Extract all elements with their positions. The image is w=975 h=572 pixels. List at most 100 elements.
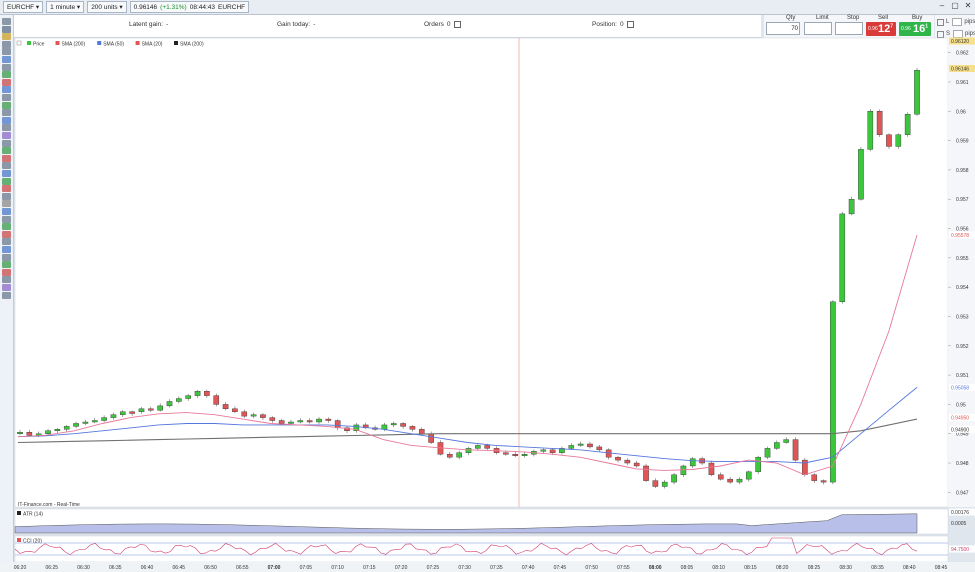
candle: [250, 414, 257, 417]
candle: [587, 443, 593, 448]
candle: [213, 395, 220, 405]
x-tick-label: 07:05: [300, 565, 313, 571]
candle: [82, 421, 89, 424]
price-chart[interactable]: Price SMA (200) SMA (50) SMA (20) SMA (200) 0…: [0, 0, 975, 572]
candle: [325, 418, 332, 421]
candle: [297, 420, 304, 423]
atr-legend-swatch: [17, 511, 21, 515]
candle: [269, 417, 276, 421]
y-tick-label: 0.953: [956, 314, 969, 320]
candle: [615, 456, 621, 461]
y-tick-label: 0.957: [956, 197, 969, 203]
x-tick-label: 06:45: [173, 565, 186, 571]
legend-swatch: [55, 41, 60, 45]
x-tick-label: 06:40: [141, 565, 154, 571]
candle: [334, 420, 341, 429]
legend-sma20: SMA (20): [142, 42, 163, 48]
candle: [652, 480, 659, 487]
candle: [577, 443, 584, 446]
candle: [568, 445, 575, 449]
candle: [185, 395, 191, 399]
candle: [643, 465, 649, 481]
candle: [157, 405, 163, 411]
x-tick-label: 08:35: [871, 565, 884, 571]
candle: [148, 408, 154, 411]
candle: [764, 448, 771, 458]
cci-legend-label: CCI (20): [23, 539, 42, 545]
x-tick-label: 08:40: [903, 565, 916, 571]
legend-sma50: SMA (50): [103, 42, 124, 48]
candle: [101, 417, 107, 421]
candle: [241, 411, 248, 417]
candle: [914, 70, 920, 115]
candle: [306, 420, 313, 423]
y-tick-label: 0.954: [956, 285, 969, 291]
x-tick-label: 07:20: [395, 565, 408, 571]
candle: [194, 391, 201, 396]
candle: [418, 429, 425, 434]
candle: [512, 454, 519, 456]
candle: [839, 213, 846, 303]
candle: [63, 426, 70, 430]
sma50-price-tag: 0.95058: [951, 385, 969, 391]
main-plot-area[interactable]: [14, 37, 949, 508]
candle: [73, 423, 79, 427]
candle: [746, 471, 752, 480]
x-tick-label: 07:25: [427, 565, 440, 571]
y-tick-label: 0.961: [956, 80, 969, 86]
candle: [886, 134, 892, 147]
y-tick-label: 0.96: [956, 109, 966, 115]
legend-price: Price: [33, 42, 45, 48]
cci-value-tag: 94.7500: [951, 547, 969, 553]
candle: [381, 424, 388, 430]
x-tick-label: 07:50: [585, 565, 598, 571]
x-tick-label: 07:15: [363, 565, 376, 571]
sma20-price-tag: 0.95578: [951, 233, 969, 239]
candle: [792, 439, 799, 461]
x-tick-label: 07:35: [490, 565, 503, 571]
candle: [166, 401, 173, 407]
y-tick-label: 0.948: [956, 461, 969, 467]
candle: [895, 134, 902, 147]
candle: [708, 462, 715, 475]
y-tick-label: 0.951: [956, 373, 969, 379]
candle: [811, 474, 818, 481]
x-tick-label: 08:10: [712, 565, 725, 571]
x-tick-label: 07:30: [458, 565, 471, 571]
candle: [390, 423, 397, 426]
legend-swatch: [97, 41, 102, 45]
candle: [465, 448, 472, 453]
candle: [858, 149, 864, 200]
y-tick-label: 0.955: [956, 256, 969, 262]
x-tick-label: 06:50: [204, 565, 217, 571]
candle: [475, 445, 481, 449]
x-tick-label: 07:55: [617, 565, 630, 571]
sma200a-price-tag: 0.94950: [951, 416, 969, 422]
candle: [409, 426, 416, 430]
x-tick-label: 08:20: [776, 565, 789, 571]
candle: [110, 414, 117, 418]
candle: [176, 398, 182, 402]
y-tick-label: 0.952: [956, 344, 969, 350]
candle: [783, 439, 789, 443]
x-tick-label: 08:30: [839, 565, 852, 571]
candle: [35, 433, 42, 436]
legend-sma200a: SMA (200): [62, 42, 86, 48]
candle: [260, 414, 266, 418]
atr-value-tag: 0.00176: [951, 510, 969, 516]
candle: [54, 429, 61, 431]
candle: [540, 449, 547, 452]
candle: [549, 449, 556, 453]
candle: [736, 478, 743, 483]
candle: [671, 474, 677, 483]
candle: [755, 456, 761, 473]
candle: [521, 454, 528, 456]
top-price-tag: 0.96120: [951, 39, 969, 45]
cci-panel[interactable]: [14, 535, 949, 563]
candle: [904, 114, 911, 135]
candle: [129, 411, 135, 414]
x-tick-label: 08:15: [744, 565, 757, 571]
x-tick-label: 08:05: [681, 565, 694, 571]
candle: [717, 474, 724, 480]
x-tick-label: 07:40: [522, 565, 535, 571]
